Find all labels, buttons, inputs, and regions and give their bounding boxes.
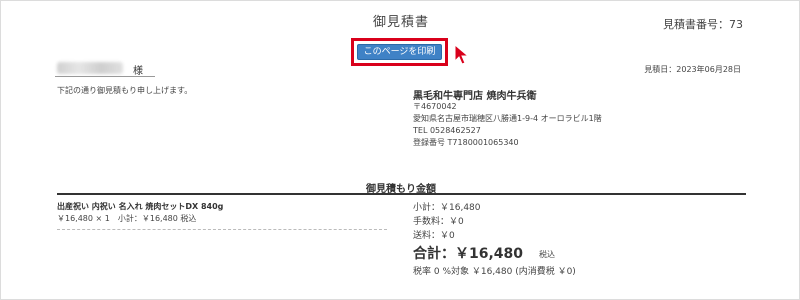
shop-name: 黒毛和牛専門店 焼肉牛兵衛 <box>413 91 537 102</box>
shop-registration: 登録番号 T7180001065340 <box>413 138 519 147</box>
grand-total-tax-note: 税込 <box>539 250 555 259</box>
shop-address: 愛知県名古屋市瑞穂区八勝通1-9-4 オーロラビル1階 <box>413 114 602 123</box>
subtotal: 小計：￥16,480 <box>413 203 481 213</box>
print-button-highlight: このページを印刷 <box>351 38 448 66</box>
customer-honorific: 様 <box>133 66 143 77</box>
grand-total: 合計：￥16,480 <box>413 246 524 262</box>
fee: 手数料：￥0 <box>413 217 464 227</box>
print-button[interactable]: このページを印刷 <box>357 44 442 60</box>
shop-tel: TEL 0528462527 <box>413 126 481 135</box>
quote-number: 見積書番号：73 <box>663 18 743 31</box>
item-name: 出産祝い 内祝い 名入れ 焼肉セットDX 840g <box>57 202 224 211</box>
section-divider <box>57 193 746 195</box>
tax-breakdown: 税率 0 %対象 ￥16,480 (内消費税 ￥0) <box>413 267 576 277</box>
shop-postal: 〒4670042 <box>413 102 457 111</box>
item-detail: ￥16,480 × 1 小計：￥16,480 税込 <box>57 214 197 223</box>
mouse-cursor-icon <box>454 43 470 65</box>
item-divider <box>57 229 387 230</box>
customer-name-blurred <box>57 62 123 74</box>
customer-name-underline <box>55 76 155 77</box>
shipping: 送料：￥0 <box>413 231 455 241</box>
quote-date: 見積日：2023年06月28日 <box>644 65 741 74</box>
intro-text: 下記の通り御見積もり申し上げます。 <box>57 86 193 95</box>
quote-sheet: 御見積書 見積書番号：73 このページを印刷 様 下記の通り御見積もり申し上げま… <box>0 0 800 300</box>
